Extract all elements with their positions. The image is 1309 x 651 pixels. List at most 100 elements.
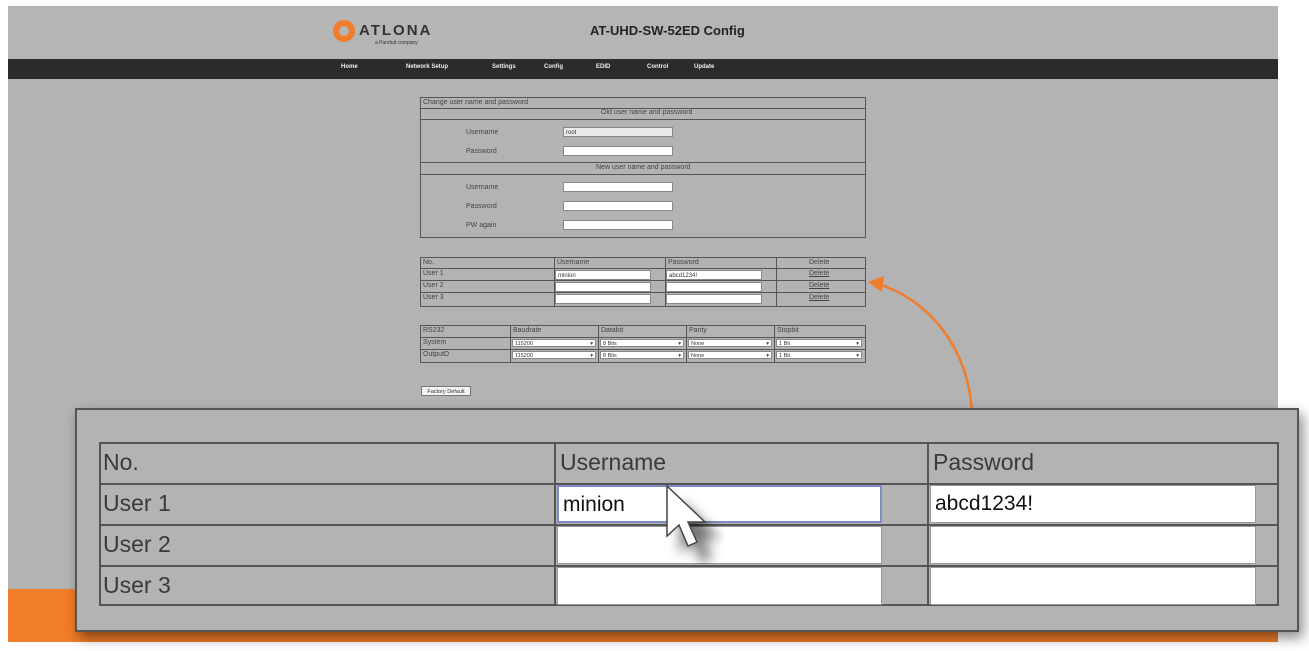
system-parity-value: None: [691, 341, 705, 347]
zoomed-user-2-label: User 2: [103, 531, 171, 557]
divider: [774, 326, 775, 362]
user-3-delete-link[interactable]: Delete: [809, 294, 829, 301]
new-password-label: Password: [466, 203, 497, 210]
user-3-password-field[interactable]: [666, 294, 762, 304]
zoomed-col-no: No.: [103, 449, 139, 475]
outputd-parity-value: None: [691, 353, 705, 359]
outputd-baudrate-select[interactable]: 115200 ▾: [512, 351, 596, 359]
zoomed-user-3-username-field[interactable]: [557, 567, 882, 605]
factory-default-button[interactable]: Factory Default: [421, 386, 471, 396]
zoomed-col-username: Username: [560, 449, 667, 475]
chevron-down-icon: ▾: [678, 353, 681, 359]
old-username-label: Username: [466, 129, 499, 136]
zoomed-user-3-password-field[interactable]: [930, 567, 1256, 605]
databit-header: Databit: [601, 327, 624, 334]
users-table: No. Username Password Delete User 1 mini…: [420, 257, 866, 307]
mouse-cursor-icon: [666, 484, 707, 547]
divider: [776, 258, 777, 306]
user-1-password-field[interactable]: abcd1234!: [666, 270, 762, 280]
page-title: AT-UHD-SW-52ED Config: [590, 23, 745, 38]
outputd-parity-select[interactable]: None ▾: [688, 351, 772, 359]
col-header-username: Username: [557, 259, 590, 266]
user-2-username-field[interactable]: [555, 282, 651, 292]
divider: [421, 174, 865, 175]
user-3-label: User 3: [423, 294, 444, 301]
nav-bar: Home Network Setup Settings Config EDID …: [8, 59, 1278, 79]
system-stopbit-value: 1 Bit: [779, 341, 791, 347]
stopbit-header: Stopbit: [777, 327, 799, 334]
system-baudrate-value: 115200: [515, 341, 533, 347]
logo-text: ATLONA: [359, 22, 433, 39]
divider: [686, 326, 687, 362]
col-header-password: Password: [668, 259, 699, 266]
old-username-field[interactable]: root: [563, 127, 673, 137]
user-2-label: User 2: [423, 282, 444, 289]
zoomed-user-1-label: User 1: [103, 490, 171, 516]
new-username-label: Username: [466, 184, 499, 191]
chevron-down-icon: ▾: [678, 341, 681, 347]
zoomed-user-3-label: User 3: [103, 572, 171, 598]
nav-settings[interactable]: Settings: [492, 64, 516, 70]
chevron-down-icon: ▾: [766, 341, 769, 347]
outputd-stopbit-value: 1 Bit: [779, 353, 791, 359]
system-baudrate-select[interactable]: 115200 ▾: [512, 339, 596, 347]
nav-network-setup[interactable]: Network Setup: [406, 64, 448, 70]
nav-edid[interactable]: EDID: [596, 64, 610, 70]
new-password-field[interactable]: [563, 201, 673, 211]
user-3-username-field[interactable]: [555, 294, 651, 304]
divider: [421, 292, 865, 293]
callout-arrow-icon: [868, 276, 974, 416]
logo-subtitle: a Panduit company: [375, 40, 418, 46]
logo-mark-icon: [333, 20, 355, 42]
divider: [421, 337, 865, 338]
col-header-delete: Delete: [809, 259, 830, 266]
new-credentials-title: New user name and password: [596, 164, 691, 171]
old-password-label: Password: [466, 148, 497, 155]
divider: [421, 280, 865, 281]
new-username-field[interactable]: [563, 182, 673, 192]
zoomed-user-1-password-field[interactable]: abcd1234!: [930, 485, 1256, 523]
account-form-title: Change user name and password: [423, 99, 529, 106]
outputd-stopbit-select[interactable]: 1 Bit ▾: [776, 351, 862, 359]
pw-again-label: PW again: [466, 222, 497, 229]
zoomed-user-2-password-field[interactable]: [930, 526, 1256, 564]
zoomed-user-3-row: User 3: [99, 565, 1279, 606]
divider: [421, 162, 865, 163]
divider: [510, 326, 511, 362]
chevron-down-icon: ▾: [856, 353, 859, 359]
zoomed-header-row: No. Username Password: [99, 442, 1279, 483]
account-form: Change user name and password Old user n…: [420, 97, 866, 238]
outputd-baudrate-value: 115200: [515, 353, 533, 359]
nav-config[interactable]: Config: [544, 64, 563, 70]
pw-again-field[interactable]: [563, 220, 673, 230]
system-parity-select[interactable]: None ▾: [688, 339, 772, 347]
chevron-down-icon: ▾: [590, 353, 593, 359]
old-credentials-title: Old user name and password: [601, 109, 693, 116]
system-row-label: System: [423, 339, 447, 346]
outputd-row-label: OutputD: [423, 351, 450, 358]
zoomed-col-password: Password: [933, 449, 1034, 475]
system-databit-select[interactable]: 8 Bits ▾: [600, 339, 684, 347]
chevron-down-icon: ▾: [766, 353, 769, 359]
rs232-header: RS232: [423, 327, 445, 334]
divider: [598, 326, 599, 362]
user-2-password-field[interactable]: [666, 282, 762, 292]
rs232-table: RS232 Baudrate Databit Parity Stopbit Sy…: [420, 325, 866, 363]
nav-update[interactable]: Update: [694, 64, 714, 70]
divider: [421, 349, 865, 350]
col-header-no: No.: [423, 259, 434, 266]
user-1-label: User 1: [423, 270, 444, 277]
chevron-down-icon: ▾: [856, 341, 859, 347]
old-password-field[interactable]: [563, 146, 673, 156]
user-2-delete-link[interactable]: Delete: [809, 282, 829, 289]
nav-control[interactable]: Control: [647, 64, 668, 70]
nav-home[interactable]: Home: [341, 64, 358, 70]
user-1-username-field[interactable]: minion: [555, 270, 651, 280]
user-1-delete-link[interactable]: Delete: [809, 270, 829, 277]
system-stopbit-select[interactable]: 1 Bit ▾: [776, 339, 862, 347]
atlona-logo: ATLONA a Panduit company: [333, 16, 432, 46]
divider: [421, 268, 865, 269]
outputd-databit-select[interactable]: 8 Bits ▾: [600, 351, 684, 359]
outputd-databit-value: 8 Bits: [603, 353, 617, 359]
header: ATLONA a Panduit company AT-UHD-SW-52ED …: [8, 6, 1278, 59]
